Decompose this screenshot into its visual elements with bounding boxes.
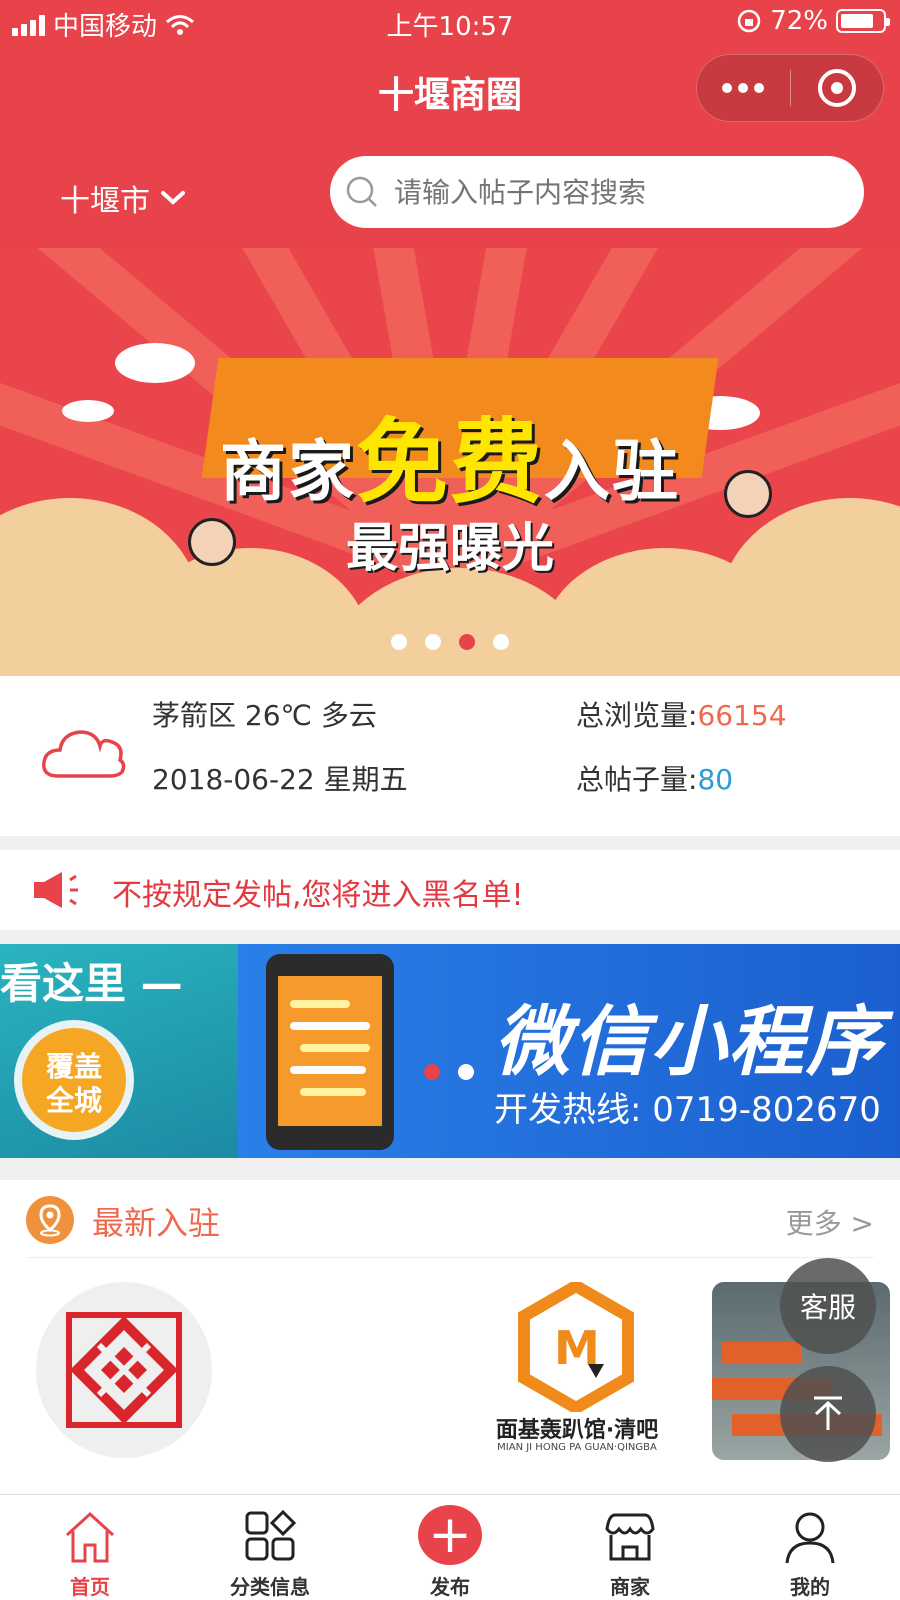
tab-label: 我的 <box>790 1575 830 1599</box>
chevron-down-icon <box>161 191 185 205</box>
target-icon <box>817 69 856 107</box>
tab-home[interactable]: 首页 <box>0 1495 180 1600</box>
tab-bar: 首页 分类信息 + 发布 商家 我的 <box>0 1494 900 1600</box>
ad-banner-carousel[interactable]: 看这里 — 覆盖 全城 微信小程序 开发热线: 0719-802670 <box>0 944 900 1158</box>
weather-location: 茅箭区 26℃ 多云 <box>152 699 377 732</box>
plus-icon: + <box>418 1505 482 1565</box>
speaker-icon <box>34 872 78 908</box>
merchant-name-pinyin: MIAN JI HONG PA GUAN·QINGBA <box>497 1442 657 1453</box>
arrow-up-icon <box>814 1396 842 1430</box>
tab-label: 分类信息 <box>230 1575 310 1599</box>
tab-category[interactable]: 分类信息 <box>180 1495 360 1600</box>
weather-date: 2018-06-22 星期五 <box>152 763 408 796</box>
ad-left-panel: 看这里 — 覆盖 全城 <box>0 944 238 1158</box>
more-link[interactable]: 更多 > <box>786 1202 874 1242</box>
search-icon <box>346 176 377 207</box>
posts-label: 总帖子量: <box>576 763 698 796</box>
carousel-indicator <box>424 1064 474 1080</box>
newest-merchants-section: 最新入驻 更多 > M 面基轰趴馆·清吧 MIAN JI HONG PA GUA… <box>0 1180 900 1494</box>
hexagon-logo-icon: M <box>518 1282 634 1412</box>
cloud-icon <box>42 730 126 778</box>
weather-stats-panel: 茅箭区 26℃ 多云 2018-06-22 星期五 总浏览量:66154 总帖子… <box>0 676 900 836</box>
cartoon-character <box>724 470 772 518</box>
rotation-lock-icon <box>737 9 761 33</box>
promo-banner-carousel[interactable]: 商家免费入驻 最强曝光 <box>0 248 900 676</box>
tab-merchants[interactable]: 商家 <box>540 1495 720 1600</box>
customer-service-button[interactable]: 客服 <box>780 1258 876 1354</box>
more-menu-button[interactable] <box>697 83 790 93</box>
ad-big-text: 微信小程序 <box>494 997 884 1086</box>
search-box[interactable] <box>330 156 864 228</box>
cartoon-character <box>188 518 236 566</box>
mini-program-capsule <box>696 54 884 122</box>
status-bar: 中国移动 上午10:57 72% <box>0 0 900 44</box>
search-input[interactable] <box>394 175 814 209</box>
banner-subline: 最强曝光 <box>345 519 554 579</box>
user-icon <box>785 1512 835 1564</box>
city-selector[interactable]: 十堰市 <box>60 176 186 220</box>
coverage-badge: 覆盖 全城 <box>14 1020 134 1140</box>
section-header: 最新入驻 更多 > <box>26 1180 874 1258</box>
close-mini-program-button[interactable] <box>791 69 884 107</box>
tab-label: 商家 <box>610 1575 650 1599</box>
battery-percent: 72% <box>770 6 828 36</box>
views-label: 总浏览量: <box>576 699 698 732</box>
merchant-name: 面基轰趴馆·清吧 <box>495 1418 659 1443</box>
home-icon <box>65 1511 115 1563</box>
views-value: 66154 <box>697 699 787 732</box>
battery-icon <box>836 9 890 33</box>
ad-left-head: 看这里 — <box>0 959 183 1008</box>
city-label: 十堰市 <box>60 184 150 219</box>
carousel-indicator <box>0 634 900 650</box>
tab-label: 发布 <box>430 1575 470 1599</box>
ad-hotline: 开发热线: 0719-802670 <box>494 1090 881 1130</box>
section-title: 最新入驻 <box>92 1204 221 1242</box>
merchant-logo-1[interactable] <box>36 1282 212 1458</box>
pattern-logo-icon <box>66 1312 182 1428</box>
tab-mine[interactable]: 我的 <box>720 1495 900 1600</box>
merchant-logo-2[interactable]: M 面基轰趴馆·清吧 MIAN JI HONG PA GUAN·QINGBA <box>484 1282 670 1468</box>
shop-icon <box>605 1513 655 1561</box>
tab-label: 首页 <box>70 1575 110 1599</box>
nav-bar: 十堰商圈 <box>0 44 900 152</box>
search-row: 十堰市 <box>0 152 900 248</box>
notice-bar: 不按规定发帖,您将进入黑名单! <box>0 850 900 930</box>
posts-value: 80 <box>697 763 734 796</box>
location-pin-icon <box>26 1196 74 1244</box>
category-icon <box>245 1509 297 1561</box>
tab-publish[interactable]: + 发布 <box>360 1495 540 1600</box>
back-to-top-button[interactable] <box>780 1366 876 1462</box>
notice-text: 不按规定发帖,您将进入黑名单! <box>112 878 524 913</box>
